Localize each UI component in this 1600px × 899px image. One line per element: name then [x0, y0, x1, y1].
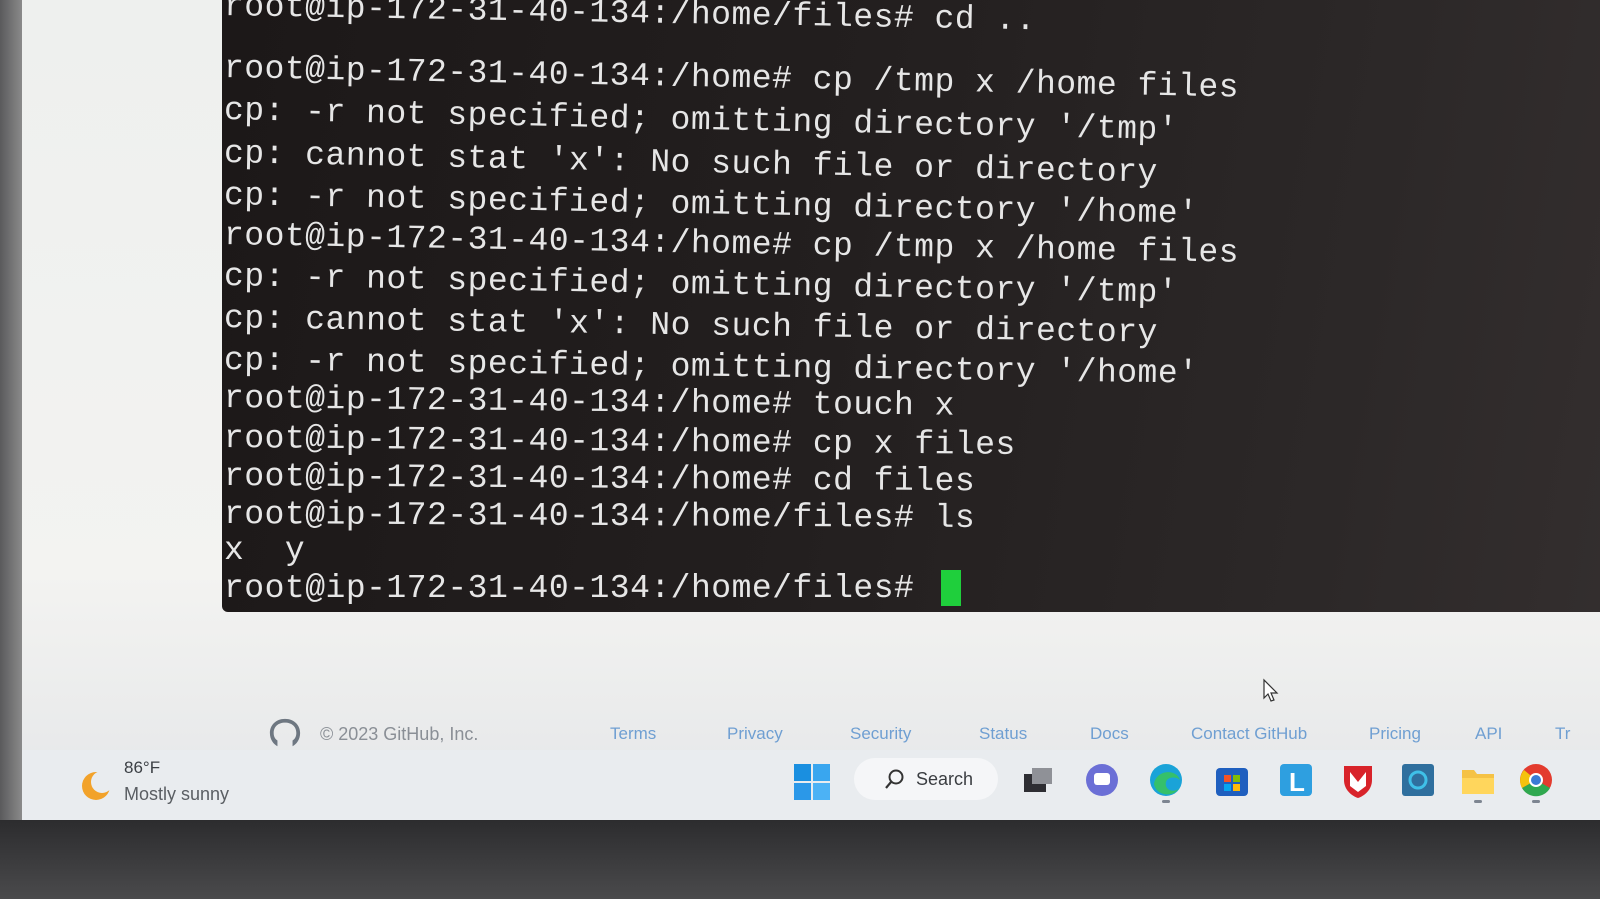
- terminal-prompt-line[interactable]: root@ip-172-31-40-134:/home/files#: [224, 570, 961, 607]
- task-view-icon[interactable]: [1018, 760, 1058, 800]
- taskbar: 86°F Mostly sunny Search L: [22, 750, 1600, 822]
- weather-condition: Mostly sunny: [124, 784, 230, 804]
- teams-chat-icon[interactable]: [1082, 760, 1122, 800]
- search-icon: [885, 769, 904, 789]
- terminal-line: root@ip-172-31-40-134:/home/files# ls: [223, 496, 976, 537]
- footer-link-docs[interactable]: Docs: [1090, 724, 1129, 744]
- footer-link-api[interactable]: API: [1475, 724, 1502, 744]
- search-label: Search: [916, 769, 974, 789]
- terminal-line: root@ip-172-31-40-134:/home/files# cd ..: [223, 0, 1037, 40]
- terminal-cursor: [940, 570, 961, 607]
- terminal-line: root@ip-172-31-40-134:/home# touch x: [223, 380, 956, 425]
- footer-link-security[interactable]: Security: [850, 724, 911, 744]
- footer-link-status[interactable]: Status: [979, 724, 1027, 744]
- footer-link-contact[interactable]: Contact GitHub: [1191, 724, 1307, 744]
- edge-active-indicator: [1162, 800, 1170, 803]
- terminal-prompt: root@ip-172-31-40-134:/home/files#: [224, 570, 935, 607]
- github-logo-icon[interactable]: [266, 716, 304, 750]
- footer-link-privacy[interactable]: Privacy: [727, 724, 783, 744]
- terminal-line: x y: [224, 532, 306, 569]
- mouse-pointer-icon: [1263, 678, 1279, 702]
- weather-temperature: 86°F: [124, 758, 161, 777]
- github-footer: © 2023 GitHub, Inc. Terms Privacy Securi…: [260, 712, 1600, 752]
- sun-icon: [82, 771, 113, 800]
- windows-start-icon[interactable]: [792, 762, 832, 802]
- laptop-bezel: [0, 820, 1600, 899]
- mcafee-icon[interactable]: [1338, 760, 1378, 800]
- footer-copyright: © 2023 GitHub, Inc.: [320, 724, 479, 744]
- microsoft-store-icon[interactable]: [1212, 760, 1252, 800]
- outlook-o-app-icon[interactable]: [1398, 760, 1438, 800]
- l-app-icon[interactable]: L: [1276, 760, 1316, 800]
- terminal-window[interactable]: root@ip-172-31-40-134:/home/files# cd ..…: [222, 0, 1600, 612]
- file-explorer-icon[interactable]: [1458, 760, 1498, 800]
- footer-link-training[interactable]: Tr: [1555, 724, 1570, 744]
- footer-link-terms[interactable]: Terms: [610, 724, 656, 744]
- screen-edge: [0, 0, 22, 822]
- footer-link-pricing[interactable]: Pricing: [1369, 724, 1421, 744]
- terminal-line: root@ip-172-31-40-134:/home# cp x files: [223, 420, 1016, 464]
- chrome-active-indicator: [1532, 800, 1540, 803]
- file-explorer-active-indicator: [1474, 800, 1482, 803]
- taskbar-search[interactable]: Search: [854, 758, 998, 800]
- chrome-icon[interactable]: [1516, 760, 1556, 800]
- terminal-line: root@ip-172-31-40-134:/home# cd files: [223, 458, 976, 501]
- svg-text:L: L: [1289, 767, 1305, 797]
- edge-icon[interactable]: [1146, 760, 1186, 800]
